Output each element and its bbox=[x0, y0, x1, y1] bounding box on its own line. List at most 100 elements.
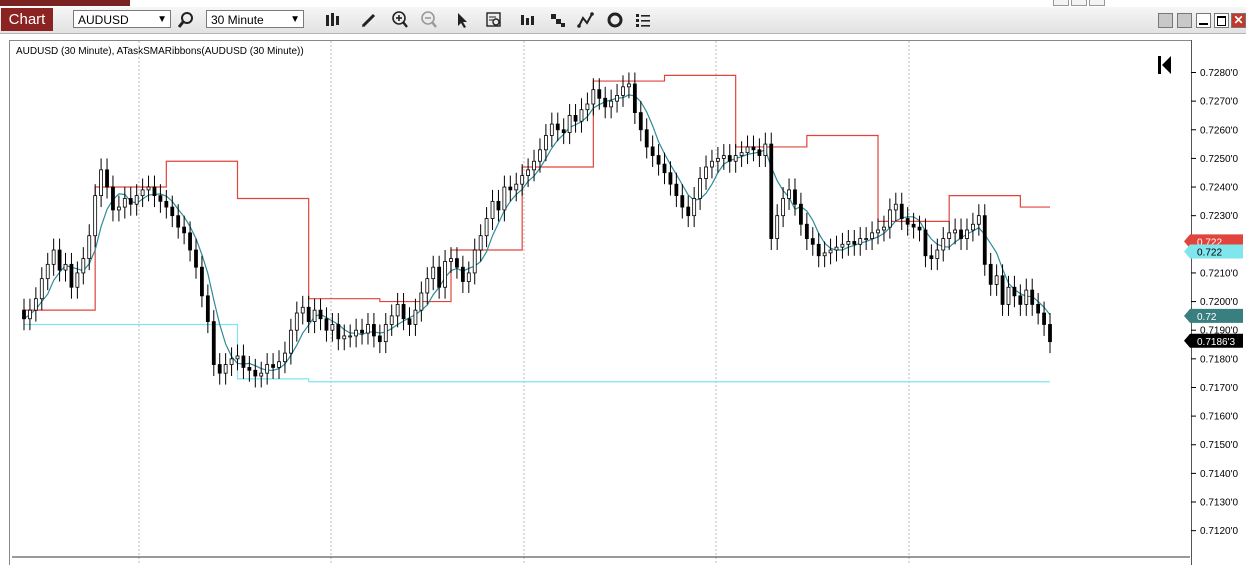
candle-body bbox=[662, 163, 667, 174]
candle-body bbox=[336, 324, 341, 340]
candle-body bbox=[93, 195, 98, 237]
candle-body bbox=[846, 241, 851, 245]
candle-body bbox=[715, 157, 720, 162]
price-tag-label: 0.72 bbox=[1197, 312, 1217, 323]
candle-body bbox=[965, 229, 969, 239]
lower-ribbon-line bbox=[24, 323, 1050, 383]
candle-body bbox=[146, 186, 151, 191]
candle-body bbox=[372, 324, 376, 337]
candle-body bbox=[549, 123, 554, 136]
candle-body bbox=[923, 229, 928, 257]
candle-body bbox=[111, 186, 115, 211]
candle-body bbox=[312, 309, 317, 323]
candle-body bbox=[935, 249, 940, 260]
candle-body bbox=[573, 115, 578, 122]
candle-body bbox=[1018, 295, 1023, 305]
candle-body bbox=[1042, 312, 1046, 325]
candle-body bbox=[502, 186, 507, 211]
candle-body bbox=[466, 272, 471, 282]
candle-body bbox=[1048, 324, 1052, 343]
candle-body bbox=[650, 146, 655, 156]
candle-body bbox=[959, 229, 963, 239]
candle-body bbox=[377, 335, 382, 343]
candle-body bbox=[128, 198, 133, 205]
candle-body bbox=[51, 249, 56, 265]
candle-body bbox=[342, 335, 347, 340]
candle-body bbox=[615, 95, 619, 102]
candle-body bbox=[976, 215, 981, 225]
candle-body bbox=[283, 352, 287, 363]
candle-body bbox=[205, 295, 210, 323]
candle-body bbox=[739, 152, 744, 156]
candle-body bbox=[514, 183, 519, 191]
candle-body bbox=[229, 358, 234, 365]
candle-body bbox=[472, 249, 477, 274]
price-tick-label: 0.7120'0 bbox=[1200, 526, 1238, 537]
candle-body bbox=[579, 109, 584, 122]
candle-body bbox=[413, 309, 418, 325]
candle-body bbox=[982, 215, 987, 265]
candle-body bbox=[401, 304, 406, 320]
price-tick-label: 0.7240'0 bbox=[1200, 183, 1238, 194]
candle-body bbox=[876, 229, 880, 234]
candle-body bbox=[656, 155, 661, 165]
candle-body bbox=[763, 143, 768, 156]
candle-body bbox=[81, 258, 86, 274]
candle-body bbox=[425, 278, 430, 294]
candle-body bbox=[99, 169, 103, 197]
candle-body bbox=[597, 89, 602, 99]
candle-body bbox=[870, 232, 874, 239]
candle-body bbox=[354, 329, 359, 337]
candle-body bbox=[899, 203, 904, 219]
candle-body bbox=[686, 206, 691, 217]
scroll-to-start-icon bbox=[1158, 56, 1161, 74]
candle-body bbox=[585, 103, 590, 111]
candle-body bbox=[733, 155, 738, 162]
chart-canvas[interactable]: 0.7280'0 0.7270'0 0.7260'0 0.7250'0 0.7240'0… bbox=[0, 0, 1246, 565]
candle-body bbox=[134, 195, 139, 205]
candle-body bbox=[366, 324, 370, 334]
candle-body bbox=[864, 238, 869, 240]
candle-body bbox=[324, 318, 329, 331]
candle-body bbox=[638, 112, 643, 131]
candle-body bbox=[39, 278, 44, 300]
candle-body bbox=[591, 89, 596, 105]
candle-body bbox=[840, 243, 845, 248]
candle-body bbox=[567, 115, 572, 134]
candle-body bbox=[822, 252, 827, 257]
price-tag-label: 0.722 bbox=[1197, 247, 1222, 258]
candle-body bbox=[57, 249, 62, 271]
candle-body bbox=[988, 263, 993, 285]
candle-body bbox=[478, 235, 483, 251]
candle-body bbox=[164, 200, 169, 208]
candle-body bbox=[893, 203, 898, 211]
candle-body bbox=[140, 189, 145, 197]
price-tick-label: 0.7250'0 bbox=[1200, 154, 1238, 165]
candle-body bbox=[692, 198, 697, 217]
candle-body bbox=[431, 266, 436, 280]
candle-body bbox=[271, 364, 275, 368]
candle-body bbox=[455, 258, 459, 268]
candle-body bbox=[1006, 286, 1011, 305]
candle-body bbox=[484, 218, 489, 237]
price-tag-label: 0.7186'3 bbox=[1197, 337, 1235, 348]
candle-body bbox=[496, 200, 501, 211]
candle-body bbox=[419, 292, 424, 311]
candle-body bbox=[306, 306, 311, 323]
candle-body bbox=[538, 149, 542, 162]
candle-body bbox=[781, 198, 786, 217]
candle-body bbox=[745, 146, 750, 154]
candle-body bbox=[300, 306, 305, 314]
candle-body bbox=[704, 166, 708, 179]
candle-body bbox=[87, 235, 92, 260]
candle-body bbox=[674, 183, 679, 197]
candle-body bbox=[330, 324, 335, 331]
candle-body bbox=[253, 369, 258, 377]
candle-body bbox=[532, 160, 536, 171]
candle-body bbox=[941, 238, 946, 251]
price-tick-label: 0.7280'0 bbox=[1200, 68, 1238, 79]
candle-body bbox=[526, 169, 531, 176]
candle-body bbox=[247, 367, 252, 371]
candle-body bbox=[194, 249, 198, 268]
candle-body bbox=[22, 309, 26, 320]
